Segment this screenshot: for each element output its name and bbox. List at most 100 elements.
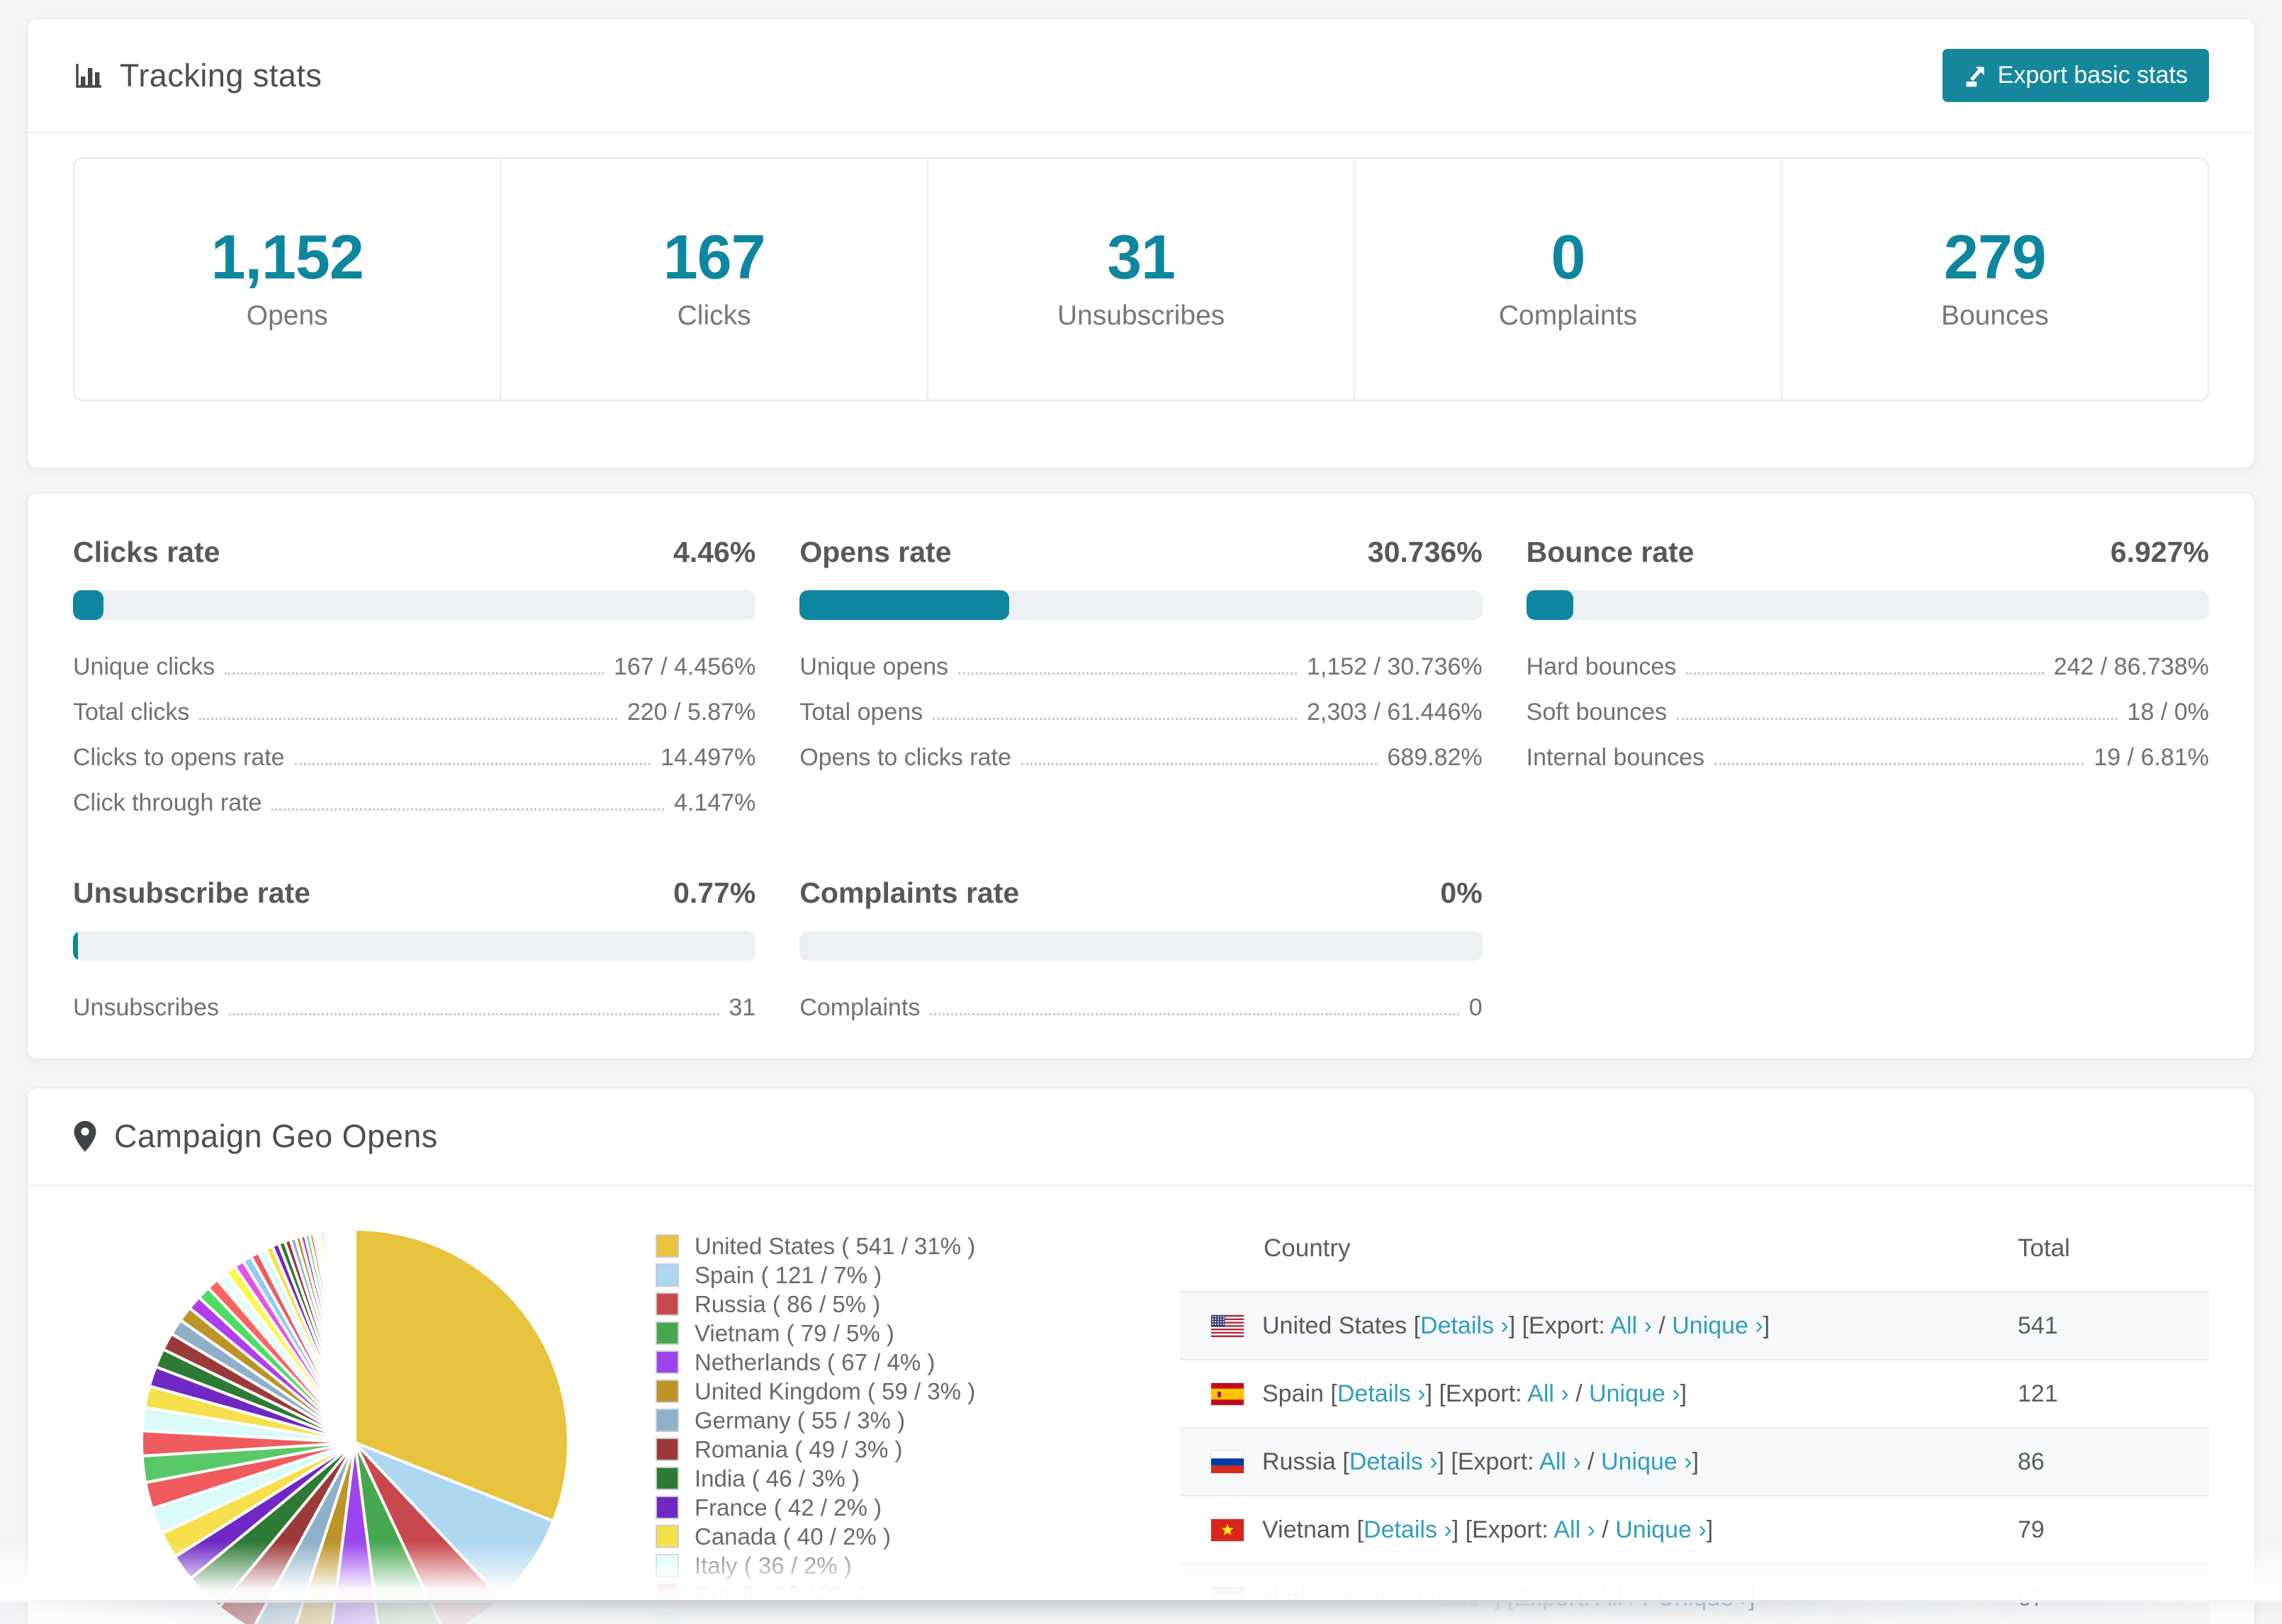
legend-item-south-africa[interactable]: South Africa ( 29 / 2% ) <box>656 1609 1125 1624</box>
export-all-link[interactable]: All › <box>1527 1380 1569 1407</box>
export-all-link[interactable]: All › <box>1539 1448 1581 1475</box>
export-unique-link[interactable]: Unique › <box>1589 1380 1680 1407</box>
detail-label: Unique opens <box>799 653 949 680</box>
export-basic-stats-button[interactable]: Export basic stats <box>1942 49 2209 102</box>
export-unique-link[interactable]: Unique › <box>1601 1448 1692 1475</box>
rate-title: Bounce rate <box>1526 536 1694 568</box>
dotted-leader <box>1677 718 2118 720</box>
detail-value: 2,303 / 61.446% <box>1307 699 1483 726</box>
detail-value: 167 / 4.456% <box>613 653 756 680</box>
geo-row-text: Vietnam [Details ›] [Export: All › / Uni… <box>1262 1516 2018 1544</box>
progress-bar <box>799 931 1483 961</box>
geo-pie-chart <box>138 1226 572 1624</box>
geo-row-total: 86 <box>2018 1448 2045 1475</box>
legend-swatch <box>656 1554 679 1577</box>
detail-row-complaints: Complaints 0 <box>799 993 1482 1022</box>
legend-item-germany[interactable]: Germany ( 55 / 3% ) <box>656 1406 1125 1435</box>
close-bracket: ] <box>1706 1516 1714 1543</box>
detail-label: Soft bounces <box>1526 699 1668 726</box>
detail-row-unique-clicks: Unique clicks 167 / 4.456% <box>73 653 755 681</box>
stat-label: Bounces <box>1940 300 2049 331</box>
legend-swatch <box>656 1496 679 1519</box>
export-all-link[interactable]: All › <box>1610 1312 1652 1339</box>
geo-table-header-country: Country <box>1264 1234 1351 1262</box>
rate-title: Unsubscribe rate <box>73 876 310 909</box>
pie-slice-other-46[interactable] <box>352 1227 356 1444</box>
legend-item-spain[interactable]: Spain ( 121 / 7% ) <box>656 1261 1125 1290</box>
geo-table-header: Country Total <box>1180 1186 2209 1292</box>
rate-head: Clicks rate 4.46% <box>73 536 755 569</box>
export-bracket: ] [Export: <box>1451 1516 1554 1543</box>
legend-label: Russia ( 86 / 5% ) <box>695 1290 881 1317</box>
legend-item-netherlands[interactable]: Netherlands ( 67 / 4% ) <box>656 1348 1125 1377</box>
stat-label: Opens <box>246 300 328 331</box>
rate-rows: Complaints 0 <box>799 993 1482 1022</box>
export-all-link[interactable]: All › <box>1553 1516 1595 1543</box>
rate-section-clicks-rate: Clicks rate 4.46% Unique clicks 167 / 4.456… <box>73 536 756 817</box>
stat-value: 0 <box>1551 222 1585 292</box>
legend-swatch <box>656 1263 679 1287</box>
progress-bar-fill <box>1526 590 1574 620</box>
stat-label: Unsubscribes <box>1057 300 1225 331</box>
summary-stats-row: 1,152 Opens 167 Clicks 31 Unsubscribes 0 Compla… <box>73 157 2209 401</box>
detail-row-unsubscribes: Unsubscribes 31 <box>73 993 755 1022</box>
legend-item-india[interactable]: India ( 46 / 3% ) <box>656 1464 1125 1493</box>
legend-item-united-kingdom[interactable]: United Kingdom ( 59 / 3% ) <box>656 1377 1125 1406</box>
flag-es-icon <box>1211 1382 1244 1405</box>
flag-ru-icon <box>1211 1450 1244 1473</box>
geo-header: Campaign Geo Opens <box>28 1088 2254 1186</box>
details-link[interactable]: Details › <box>1349 1448 1438 1475</box>
stat-value: 1,152 <box>210 222 364 292</box>
export-unique-link[interactable]: Unique › <box>1615 1516 1707 1543</box>
details-link[interactable]: Details › <box>1337 1380 1426 1407</box>
legend-swatch <box>656 1380 679 1403</box>
tracking-stats-card: Tracking stats Export basic stats 1,152 O… <box>27 18 2255 468</box>
detail-row-hard-bounces: Hard bounces 242 / 86.738% <box>1527 653 2209 681</box>
progress-bar <box>73 931 756 961</box>
dotted-leader <box>271 808 664 811</box>
detail-label: Clicks to opens rate <box>73 744 285 771</box>
legend-swatch <box>656 1525 679 1548</box>
detail-label: Click through rate <box>73 789 262 816</box>
detail-row-total-clicks: Total clicks 220 / 5.87% <box>73 698 755 726</box>
legend-item-brazil[interactable]: Brazil ( 33 / 2% ) <box>656 1580 1125 1609</box>
rate-value: 30.736% <box>1367 536 1483 568</box>
detail-row-click-through-rate: Click through rate 4.147% <box>73 789 755 817</box>
detail-label: Opens to clicks rate <box>799 744 1011 771</box>
country-name: Spain [ <box>1262 1380 1337 1407</box>
legend-item-vietnam[interactable]: Vietnam ( 79 / 5% ) <box>656 1319 1125 1348</box>
legend-item-france[interactable]: France ( 42 / 2% ) <box>656 1493 1125 1522</box>
legend-label: Canada ( 40 / 2% ) <box>695 1523 891 1550</box>
dotted-leader <box>958 672 1297 675</box>
detail-value: 1,152 / 30.736% <box>1307 653 1483 680</box>
rate-title: Opens rate <box>799 536 952 568</box>
detail-value: 19 / 6.81% <box>2093 744 2209 771</box>
details-link[interactable]: Details › <box>1405 1584 1494 1611</box>
legend-label: France ( 42 / 2% ) <box>695 1494 882 1521</box>
details-link[interactable]: Details › <box>1364 1516 1452 1543</box>
legend-item-canada[interactable]: Canada ( 40 / 2% ) <box>656 1522 1125 1551</box>
export-icon <box>1964 64 1986 87</box>
rate-head: Opens rate 30.736% <box>799 536 1482 569</box>
legend-item-united-states[interactable]: United States ( 541 / 31% ) <box>656 1231 1125 1261</box>
map-pin-icon <box>73 1120 97 1153</box>
legend-item-russia[interactable]: Russia ( 86 / 5% ) <box>656 1290 1125 1319</box>
rate-title: Complaints rate <box>799 876 1020 909</box>
legend-item-italy[interactable]: Italy ( 36 / 2% ) <box>656 1551 1125 1580</box>
detail-value: 31 <box>729 994 756 1021</box>
export-all-link[interactable]: All › <box>1596 1584 1638 1611</box>
details-link[interactable]: Details › <box>1420 1312 1509 1339</box>
detail-value: 689.82% <box>1387 744 1483 771</box>
export-unique-link[interactable]: Unique › <box>1672 1312 1763 1339</box>
rate-section-opens-rate: Opens rate 30.736% Unique opens 1,152 / 30.… <box>799 536 1483 817</box>
tracking-stats-header: Tracking stats Export basic stats <box>28 19 2254 133</box>
rate-rows: Unique opens 1,152 / 30.736% Total opens 2,… <box>799 653 1482 772</box>
legend-label: United Kingdom ( 59 / 3% ) <box>695 1377 976 1404</box>
legend-item-romania[interactable]: Romania ( 49 / 3% ) <box>656 1435 1125 1464</box>
close-bracket: ] <box>1680 1380 1687 1407</box>
stat-value: 31 <box>1107 222 1176 292</box>
stat-opens: 1,152 Opens <box>74 159 502 400</box>
legend-label: South Africa ( 29 / 2% ) <box>695 1610 935 1624</box>
dotted-leader <box>199 718 617 720</box>
export-unique-link[interactable]: Unique › <box>1657 1584 1748 1611</box>
